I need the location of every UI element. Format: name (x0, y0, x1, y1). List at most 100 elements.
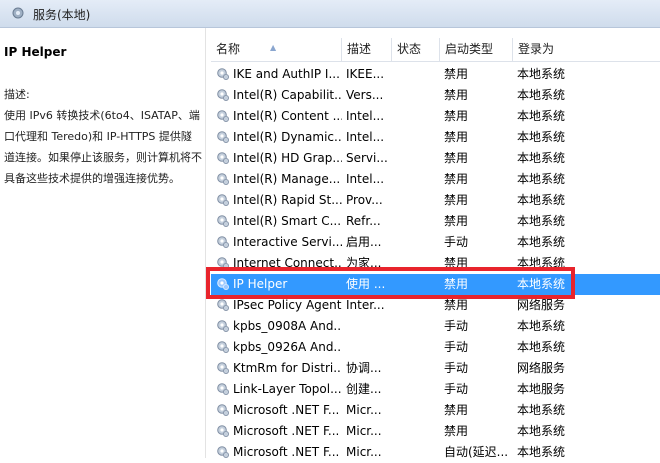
gear-icon (12, 7, 24, 19)
column-header-logon-as[interactable]: 登录为 (513, 38, 660, 61)
startup-type-cell: 禁用 (444, 172, 469, 186)
table-row[interactable]: Interactive Servi... 启用... 手动 本地系统 (211, 232, 660, 253)
logon-as-cell: 本地系统 (517, 88, 566, 102)
service-status-cell (396, 402, 440, 419)
service-status-cell (396, 276, 440, 293)
table-row[interactable]: Intel(R) HD Grap... Servi... 禁用 本地系统 (211, 148, 660, 169)
service-name-cell: Intel(R) HD Grap... (233, 151, 342, 165)
startup-type-cell: 手动 (444, 340, 469, 354)
column-header-logon-as-label: 登录为 (518, 42, 555, 56)
service-description-cell: Intel... (346, 172, 385, 186)
gear-icon (217, 425, 229, 437)
service-name-cell: Intel(R) Manage... (233, 172, 341, 186)
service-status-cell (396, 129, 440, 146)
service-name-cell: KtmRm for Distri... (233, 361, 342, 375)
column-header-name[interactable]: 名称 ▲ (211, 38, 342, 61)
service-status-cell (396, 444, 440, 461)
table-row[interactable]: IKE and AuthIP I... IKEE... 禁用 本地系统 (211, 64, 660, 85)
table-row[interactable]: Intel(R) Capabilit... Vers... 禁用 本地系统 (211, 85, 660, 106)
service-status-cell (396, 255, 440, 272)
table-row[interactable]: KtmRm for Distri... 协调... 手动 网络服务 (211, 358, 660, 379)
startup-type-cell: 手动 (444, 361, 469, 375)
service-name-cell: IP Helper (233, 277, 288, 291)
table-row[interactable]: IP Helper 使用 ... 禁用 本地系统 (211, 274, 660, 295)
gear-icon (217, 152, 229, 164)
startup-type-cell: 禁用 (444, 193, 469, 207)
service-name-cell: Interactive Servi... (233, 235, 342, 249)
logon-as-cell: 本地系统 (517, 256, 566, 270)
column-header-startup-type[interactable]: 启动类型 (440, 38, 513, 61)
startup-type-cell: 禁用 (444, 151, 469, 165)
logon-as-cell: 本地系统 (517, 109, 566, 123)
service-status-cell (396, 150, 440, 167)
column-header-description-label: 描述 (347, 42, 372, 56)
table-row[interactable]: Internet Connect... 为家... 禁用 本地系统 (211, 253, 660, 274)
service-status-cell (396, 234, 440, 251)
gear-icon (217, 404, 229, 416)
gear-icon (217, 299, 229, 311)
gear-icon (217, 215, 229, 227)
service-name-cell: Intel(R) Smart C... (233, 214, 342, 228)
service-status-cell (396, 381, 440, 398)
service-name-cell: IKE and AuthIP I... (233, 67, 340, 81)
logon-as-cell: 本地系统 (517, 403, 566, 417)
column-header-name-label: 名称 (216, 42, 241, 56)
column-header: 名称 ▲ 描述 状态 启动类型 登录为 (211, 38, 660, 62)
service-name-cell: kpbs_0908A And... (233, 319, 342, 333)
gear-icon (217, 278, 229, 290)
logon-as-cell: 本地系统 (517, 340, 566, 354)
table-row[interactable]: Microsoft .NET F... Micr... 自动(延迟... 本地系统 (211, 442, 660, 463)
table-row[interactable]: kpbs_0908A And... 手动 本地系统 (211, 316, 660, 337)
service-name-cell: Microsoft .NET F... (233, 403, 340, 417)
service-name-cell: kpbs_0926A And... (233, 340, 342, 354)
service-status-cell (396, 213, 440, 230)
service-name-cell: Intel(R) Capabilit... (233, 88, 342, 102)
service-name-cell: Link-Layer Topol... (233, 382, 342, 396)
column-header-startup-type-label: 启动类型 (445, 42, 494, 56)
service-status-cell (396, 192, 440, 209)
table-row[interactable]: Microsoft .NET F... Micr... 禁用 本地系统 (211, 400, 660, 421)
service-description-cell: IKEE... (346, 67, 385, 81)
logon-as-cell: 本地系统 (517, 151, 566, 165)
service-description-cell: 为家... (346, 256, 382, 270)
service-name-cell: Intel(R) Dynamic... (233, 130, 342, 144)
table-row[interactable]: IPsec Policy Agent Inter... 禁用 网络服务 (211, 295, 660, 316)
table-row[interactable]: Intel(R) Rapid St... Prov... 禁用 本地系统 (211, 190, 660, 211)
gear-icon (217, 383, 229, 395)
startup-type-cell: 禁用 (444, 130, 469, 144)
logon-as-cell: 本地系统 (517, 445, 566, 459)
column-header-status-label: 状态 (397, 42, 422, 56)
table-row[interactable]: Intel(R) Smart C... Refr... 禁用 本地系统 (211, 211, 660, 232)
service-description-cell: 协调... (346, 361, 382, 375)
startup-type-cell: 禁用 (444, 424, 469, 438)
startup-type-cell: 禁用 (444, 67, 469, 81)
service-status-cell (396, 423, 440, 440)
description-panel: IP Helper 描述: 使用 IPv6 转换技术(6to4、ISATAP、端… (0, 28, 206, 458)
service-status-cell (396, 318, 440, 335)
logon-as-cell: 本地系统 (517, 319, 566, 333)
table-row[interactable]: Link-Layer Topol... 创建... 手动 本地服务 (211, 379, 660, 400)
startup-type-cell: 禁用 (444, 298, 469, 312)
service-description-cell: 使用 ... (346, 277, 386, 291)
logon-as-cell: 本地系统 (517, 214, 566, 228)
table-row[interactable]: kpbs_0926A And... 手动 本地系统 (211, 337, 660, 358)
gear-icon (217, 68, 229, 80)
service-status-cell (396, 171, 440, 188)
service-description-cell: Servi... (346, 151, 388, 165)
logon-as-cell: 本地系统 (517, 193, 566, 207)
table-row[interactable]: Intel(R) Manage... Intel... 禁用 本地系统 (211, 169, 660, 190)
column-header-description[interactable]: 描述 (342, 38, 392, 61)
column-header-status[interactable]: 状态 (392, 38, 440, 61)
table-row[interactable]: Intel(R) Content ... Intel... 禁用 本地系统 (211, 106, 660, 127)
table-row[interactable]: Intel(R) Dynamic... Intel... 禁用 本地系统 (211, 127, 660, 148)
service-name-cell: Microsoft .NET F... (233, 424, 340, 438)
startup-type-cell: 禁用 (444, 256, 469, 270)
gear-icon (217, 320, 229, 332)
table-row[interactable]: Microsoft .NET F... Micr... 禁用 本地系统 (211, 421, 660, 442)
startup-type-cell: 自动(延迟... (444, 445, 509, 459)
gear-icon (217, 131, 229, 143)
logon-as-cell: 本地系统 (517, 235, 566, 249)
startup-type-cell: 禁用 (444, 403, 469, 417)
gear-icon (217, 110, 229, 122)
logon-as-cell: 本地系统 (517, 277, 566, 291)
